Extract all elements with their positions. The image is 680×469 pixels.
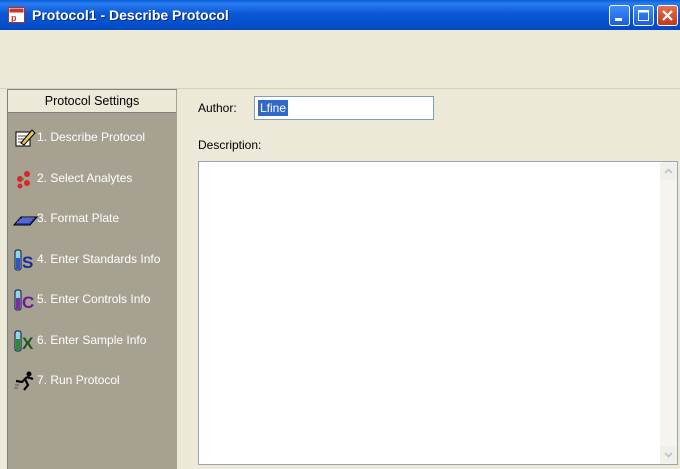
description-scrollbar[interactable] (660, 162, 677, 464)
author-field[interactable]: Lfine (254, 96, 434, 120)
protocol-settings-sidebar: Protocol Settings 1. Describe Protocol 2… (7, 89, 177, 469)
svg-text:S: S (22, 253, 33, 272)
tube-s-icon: S (14, 249, 33, 272)
author-value: Lfine (258, 100, 289, 116)
sidebar-item-format-plate[interactable]: 3. Format Plate (12, 205, 176, 231)
tube-c-icon: C (14, 289, 34, 312)
tube-x-icon: X (14, 330, 34, 353)
describe-protocol-panel: Author: Lfine Description: (186, 89, 680, 469)
description-textarea[interactable] (198, 161, 678, 465)
description-label: Description: (198, 138, 262, 152)
sidebar-item-label: 6. Enter Sample Info (37, 333, 147, 347)
sidebar-item-enter-controls[interactable]: C 5. Enter Controls Info (12, 286, 176, 312)
sidebar-item-label: 3. Format Plate (37, 211, 120, 225)
sidebar-item-label: 5. Enter Controls Info (37, 292, 151, 306)
svg-text:X: X (22, 334, 34, 353)
minimize-icon (615, 18, 622, 21)
close-icon (662, 10, 673, 21)
svg-text:C: C (22, 293, 34, 312)
title-bar[interactable]: p Protocol1 - Describe Protocol (0, 0, 680, 30)
plate-icon (12, 216, 38, 226)
runner-icon (14, 371, 34, 391)
maximize-button[interactable] (633, 5, 654, 26)
sidebar-item-enter-standards[interactable]: S 4. Enter Standards Info (12, 246, 176, 272)
close-button[interactable] (657, 5, 678, 26)
minimize-button[interactable] (609, 5, 630, 26)
analytes-dots-icon (17, 171, 30, 189)
sidebar-item-label: 2. Select Analytes (37, 171, 133, 185)
author-label: Author: (198, 101, 237, 115)
panel-splitter[interactable] (177, 89, 186, 469)
chevron-up-icon (664, 168, 673, 174)
scroll-up-button[interactable] (660, 163, 677, 180)
scroll-down-button[interactable] (660, 446, 677, 463)
app-icon: p (8, 7, 25, 23)
sidebar-item-describe-protocol[interactable]: 1. Describe Protocol (12, 124, 176, 150)
sidebar-header: Protocol Settings (8, 90, 176, 113)
chevron-down-icon (664, 452, 673, 458)
window-title: Protocol1 - Describe Protocol (32, 7, 229, 23)
sidebar-item-label: 7. Run Protocol (37, 373, 120, 387)
sidebar-item-enter-sample[interactable]: X 6. Enter Sample Info (12, 327, 176, 353)
sidebar-item-label: 4. Enter Standards Info (37, 252, 161, 266)
notepad-pencil-icon (15, 129, 36, 147)
sidebar-item-select-analytes[interactable]: 2. Select Analytes (12, 165, 176, 191)
toolbar-area (0, 30, 680, 89)
maximize-icon (638, 10, 649, 21)
sidebar-item-label: 1. Describe Protocol (37, 130, 146, 144)
sidebar-item-run-protocol[interactable]: 7. Run Protocol (12, 367, 176, 393)
svg-text:p: p (11, 13, 17, 23)
